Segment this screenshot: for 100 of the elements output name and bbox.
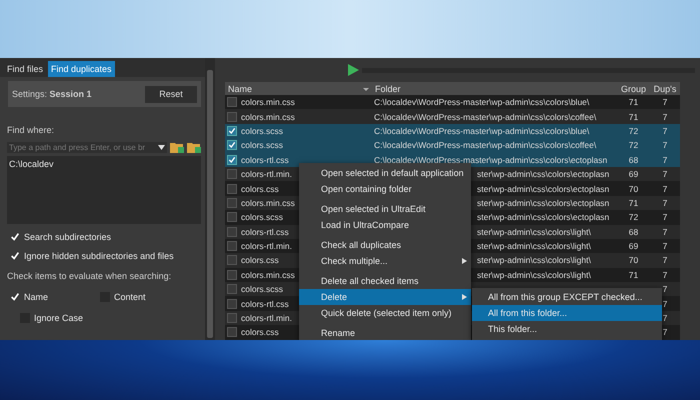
duplicate-count: 7 bbox=[662, 97, 668, 108]
play-icon[interactable] bbox=[347, 64, 359, 76]
checkbox[interactable] bbox=[227, 126, 237, 136]
checkbox[interactable] bbox=[227, 212, 237, 222]
group-number: 68 bbox=[628, 154, 638, 165]
group-number: 71 bbox=[628, 112, 638, 122]
file-name: colors-rtl.min. bbox=[241, 169, 292, 180]
group-number: 71 bbox=[628, 97, 638, 108]
find-where-label: Find where: bbox=[6, 125, 56, 135]
checkbox[interactable] bbox=[227, 270, 237, 280]
duplicate-count: 7 bbox=[662, 212, 668, 222]
menu-item[interactable]: Open selected in UltraEdit bbox=[299, 201, 471, 217]
file-name: colors.scss bbox=[241, 126, 284, 136]
file-name: colors.css bbox=[241, 327, 279, 338]
file-name: colors.min.css bbox=[241, 97, 295, 108]
column-header[interactable]: Folder bbox=[372, 82, 618, 95]
menu-item[interactable]: Quick delete (selected item only) bbox=[299, 305, 471, 321]
menu-item[interactable]: All from this group EXCEPT checked... bbox=[472, 289, 662, 305]
column-header[interactable]: Group bbox=[617, 82, 650, 95]
folder-path: ster\wp-admin\css\colors\ectoplasn bbox=[477, 169, 610, 180]
duplicate-count: 7 bbox=[662, 298, 668, 309]
file-name: colors.scss bbox=[241, 140, 284, 150]
duplicate-count: 7 bbox=[662, 226, 668, 237]
column-header[interactable]: Name bbox=[225, 82, 372, 95]
duplicate-count: 7 bbox=[662, 284, 668, 294]
menu-item[interactable]: All from this folder... bbox=[472, 305, 662, 321]
table-row[interactable]: colors.min.css C:\localdev\WordPress-master\wp-admin\css\colors\blue\ 71 7 bbox=[225, 95, 680, 110]
checkbox[interactable] bbox=[227, 241, 237, 252]
checkbox[interactable] bbox=[227, 226, 237, 237]
file-name: colors.scss bbox=[241, 212, 284, 222]
menu-item[interactable]: Open selected in default application bbox=[299, 165, 471, 181]
duplicate-count: 7 bbox=[662, 198, 668, 208]
duplicate-count: 7 bbox=[662, 154, 668, 165]
file-name: colors.css bbox=[241, 255, 279, 266]
path-field[interactable]: Type a path and press Enter, or use br bbox=[7, 142, 167, 152]
duplicate-count: 7 bbox=[662, 270, 668, 280]
evaluate-option: Name bbox=[24, 292, 48, 302]
dropdown-icon[interactable] bbox=[158, 144, 165, 150]
folder-path: ster\wp-admin\css\colors\light\ bbox=[477, 255, 591, 266]
folder-browse-icon[interactable] bbox=[187, 141, 201, 153]
checkbox[interactable] bbox=[227, 284, 237, 294]
evaluate-option: Content bbox=[114, 292, 146, 302]
checkbox[interactable] bbox=[227, 198, 237, 208]
folder-add-icon[interactable] bbox=[170, 141, 184, 153]
column-header[interactable]: Dup's bbox=[650, 82, 680, 95]
evaluate-label: Check items to evaluate when searching: bbox=[6, 271, 172, 281]
duplicate-count: 7 bbox=[662, 169, 668, 180]
checkbox[interactable] bbox=[227, 255, 237, 266]
checkbox[interactable] bbox=[227, 154, 237, 165]
group-number: 71 bbox=[628, 198, 638, 208]
path-entry: C:\localdev bbox=[9, 159, 55, 169]
menu-item[interactable]: Open containing folder bbox=[299, 181, 471, 197]
settings-label: Settings: Session 1 bbox=[12, 89, 92, 99]
duplicate-count: 7 bbox=[662, 241, 668, 252]
checkbox[interactable] bbox=[227, 169, 237, 180]
checkbox[interactable] bbox=[227, 140, 237, 150]
menu-item[interactable]: Delete bbox=[299, 289, 471, 305]
menu-item[interactable]: This folder... bbox=[472, 321, 662, 337]
menu-item[interactable]: Check multiple... bbox=[299, 253, 471, 269]
group-number: 72 bbox=[628, 212, 638, 222]
folder-path: ster\wp-admin\css\colors\ectoplasn bbox=[477, 212, 610, 222]
checkbox[interactable] bbox=[227, 97, 237, 108]
menu-item[interactable]: Check all duplicates bbox=[299, 237, 471, 253]
file-name: colors.css bbox=[241, 184, 279, 194]
file-name: colors-rtl.css bbox=[241, 154, 289, 165]
file-name: colors.min.css bbox=[241, 112, 295, 122]
folder-path: C:\localdev\WordPress-master\wp-admin\css\colors\coffee\ bbox=[374, 140, 596, 150]
scrollbar[interactable] bbox=[205, 58, 215, 340]
paths-list[interactable]: C:\localdev bbox=[7, 156, 201, 224]
tab[interactable]: Find files bbox=[4, 61, 46, 77]
group-number: 71 bbox=[628, 270, 638, 280]
ignore-case-label: Ignore Case bbox=[34, 313, 84, 323]
menu-item[interactable]: Delete all checked items bbox=[299, 273, 471, 289]
checkbox[interactable] bbox=[227, 112, 237, 122]
folder-path: C:\localdev\WordPress-master\wp-admin\css\colors\coffee\ bbox=[374, 112, 596, 122]
table-row[interactable]: colors.min.css C:\localdev\WordPress-master\wp-admin\css\colors\coffee\ 71 7 bbox=[225, 109, 680, 124]
group-number: 72 bbox=[628, 140, 638, 150]
duplicate-count: 7 bbox=[662, 184, 668, 194]
table-row[interactable]: colors.scss C:\localdev\WordPress-master\wp-admin\css\colors\blue\ 72 7 bbox=[225, 124, 680, 138]
checkbox[interactable] bbox=[227, 327, 237, 338]
option-label: Ignore hidden subdirectories and files bbox=[24, 251, 174, 261]
group-number: 70 bbox=[628, 184, 638, 194]
file-name: colors-rtl.css bbox=[241, 226, 289, 237]
table-row[interactable]: colors.scss C:\localdev\WordPress-master\wp-admin\css\colors\coffee\ 72 7 bbox=[225, 138, 680, 153]
group-number: 69 bbox=[628, 169, 638, 180]
tab[interactable]: Find duplicates bbox=[48, 61, 115, 77]
duplicate-count: 7 bbox=[662, 313, 668, 324]
group-number: 69 bbox=[628, 241, 638, 252]
menu-item[interactable]: Rename bbox=[299, 325, 471, 340]
checkbox[interactable] bbox=[227, 184, 237, 194]
reset-button[interactable]: Reset bbox=[145, 86, 197, 102]
option-label: Search subdirectories bbox=[24, 232, 112, 242]
group-number: 68 bbox=[628, 226, 638, 237]
checkbox[interactable] bbox=[227, 313, 237, 324]
checkbox[interactable] bbox=[227, 298, 237, 309]
menu-item[interactable]: Load in UltraCompare bbox=[299, 217, 471, 233]
file-name: colors-rtl.min. bbox=[241, 241, 292, 252]
folder-path: ster\wp-admin\css\colors\light\ bbox=[477, 241, 591, 252]
duplicate-count: 7 bbox=[662, 126, 668, 136]
duplicate-count: 7 bbox=[662, 255, 668, 266]
